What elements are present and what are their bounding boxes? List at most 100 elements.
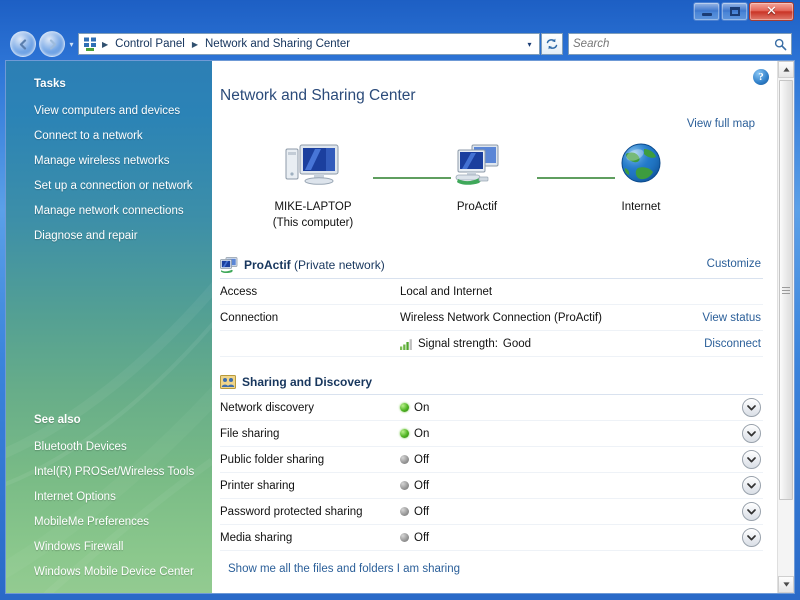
computer-icon bbox=[282, 141, 344, 193]
chevron-down-icon bbox=[747, 509, 756, 515]
scrollbar-track[interactable] bbox=[778, 78, 794, 576]
sidebar-content: Tasks View computers and devices Connect… bbox=[6, 61, 212, 593]
row-label: Media sharing bbox=[220, 532, 400, 544]
signal-bars-icon bbox=[400, 338, 413, 350]
table-row: Public folder sharing Off bbox=[220, 447, 763, 473]
map-node-network[interactable]: ProActif bbox=[417, 141, 537, 214]
scroll-down-button[interactable] bbox=[778, 576, 794, 593]
search-box[interactable] bbox=[568, 33, 792, 55]
table-row: Printer sharing Off bbox=[220, 473, 763, 499]
chevron-up-icon bbox=[783, 67, 790, 72]
breadcrumb-network-sharing-center[interactable]: Network and Sharing Center bbox=[202, 36, 353, 52]
see-also-heading: See also bbox=[6, 414, 212, 426]
status-indicator-off bbox=[400, 507, 409, 516]
status-text: Off bbox=[414, 506, 429, 518]
help-button[interactable]: ? bbox=[753, 69, 769, 85]
signal-strength-label: Signal strength: bbox=[418, 338, 498, 350]
chevron-down-icon bbox=[747, 431, 756, 437]
network-section-header: ProActif (Private network) Customize bbox=[220, 257, 763, 279]
view-full-map-link[interactable]: View full map bbox=[687, 118, 755, 130]
forward-arrow-icon bbox=[47, 39, 58, 50]
table-row: Network discovery On bbox=[220, 395, 763, 421]
map-node-computer[interactable]: MIKE-LAPTOP (This computer) bbox=[253, 141, 373, 230]
status-text: Off bbox=[414, 454, 429, 466]
network-map: MIKE-LAPTOP (This computer) bbox=[212, 141, 777, 241]
sidebar-item-view-computers-and-devices[interactable]: View computers and devices bbox=[6, 99, 212, 124]
show-shared-files-link[interactable]: Show me all the files and folders I am s… bbox=[228, 563, 460, 575]
window-controls: ✕ bbox=[693, 2, 794, 21]
disconnect-link[interactable]: Disconnect bbox=[704, 338, 761, 350]
map-node-internet[interactable]: Internet bbox=[581, 141, 701, 214]
connection-label: Connection bbox=[220, 312, 400, 324]
back-button[interactable] bbox=[10, 31, 36, 57]
view-status-link[interactable]: View status bbox=[702, 312, 761, 324]
main-content: ? Network and Sharing Center View full m… bbox=[212, 61, 777, 593]
forward-button[interactable] bbox=[39, 31, 65, 57]
expand-button[interactable] bbox=[742, 528, 761, 547]
sidebar-item-bluetooth-devices[interactable]: Bluetooth Devices bbox=[6, 435, 212, 460]
sidebar-item-internet-options[interactable]: Internet Options bbox=[6, 485, 212, 510]
breadcrumb-separator: ▶ bbox=[190, 40, 200, 49]
vertical-scrollbar[interactable] bbox=[777, 61, 794, 593]
navigation-bar: ▾ ▶ Control Panel ▶ Network and Sharing … bbox=[4, 28, 796, 60]
content-wrapper: ? Network and Sharing Center View full m… bbox=[212, 61, 794, 593]
search-input[interactable] bbox=[573, 38, 774, 50]
maximize-icon bbox=[730, 7, 740, 16]
breadcrumb-separator: ▶ bbox=[100, 40, 110, 49]
close-button[interactable]: ✕ bbox=[749, 2, 794, 21]
scrollbar-grip-icon bbox=[782, 285, 790, 296]
expand-button[interactable] bbox=[742, 476, 761, 495]
expand-button[interactable] bbox=[742, 424, 761, 443]
status-text: On bbox=[414, 428, 429, 440]
status-text: On bbox=[414, 402, 429, 414]
table-row: Connection Wireless Network Connection (… bbox=[220, 305, 763, 331]
row-value: On bbox=[400, 402, 763, 414]
network-icon bbox=[220, 257, 238, 273]
table-row: Media sharing Off bbox=[220, 525, 763, 551]
sidebar-item-mobileme-preferences[interactable]: MobileMe Preferences bbox=[6, 510, 212, 535]
chevron-down-icon bbox=[747, 457, 756, 463]
network-name: ProActif bbox=[244, 258, 291, 272]
status-indicator-off bbox=[400, 455, 409, 464]
sidebar-item-manage-network-connections[interactable]: Manage network connections bbox=[6, 199, 212, 224]
expand-button[interactable] bbox=[742, 398, 761, 417]
sidebar-item-connect-to-a-network[interactable]: Connect to a network bbox=[6, 124, 212, 149]
network-type: (Private network) bbox=[294, 258, 385, 272]
close-icon: ✕ bbox=[766, 5, 777, 18]
client-area: Tasks View computers and devices Connect… bbox=[5, 60, 795, 594]
table-row: Signal strength: Good Disconnect bbox=[220, 331, 763, 357]
row-value: Off bbox=[400, 480, 763, 492]
customize-link[interactable]: Customize bbox=[707, 258, 761, 270]
sharing-section-header: Sharing and Discovery bbox=[220, 375, 763, 395]
sidebar-item-windows-firewall[interactable]: Windows Firewall bbox=[6, 535, 212, 560]
address-bar[interactable]: ▶ Control Panel ▶ Network and Sharing Ce… bbox=[78, 33, 540, 55]
history-dropdown-button[interactable]: ▾ bbox=[65, 40, 78, 49]
chevron-down-icon bbox=[783, 582, 790, 587]
search-icon bbox=[774, 38, 787, 51]
signal-strength-state: Good bbox=[503, 338, 531, 350]
access-value: Local and Internet bbox=[400, 286, 763, 298]
sidebar-item-windows-mobile-device-center[interactable]: Windows Mobile Device Center bbox=[6, 560, 212, 585]
minimize-button[interactable] bbox=[693, 2, 720, 21]
table-row: Access Local and Internet bbox=[220, 279, 763, 305]
tasks-heading: Tasks bbox=[6, 78, 212, 90]
sidebar-item-manage-wireless-networks[interactable]: Manage wireless networks bbox=[6, 149, 212, 174]
sharing-section: Sharing and Discovery Network discovery … bbox=[220, 375, 763, 577]
status-indicator-on bbox=[400, 403, 409, 412]
sidebar-item-intel-proset-wireless-tools[interactable]: Intel(R) PROSet/Wireless Tools bbox=[6, 460, 212, 485]
address-dropdown-button[interactable]: ▾ bbox=[522, 34, 537, 54]
maximize-button[interactable] bbox=[721, 2, 748, 21]
scrollbar-thumb[interactable] bbox=[779, 80, 793, 500]
chevron-down-icon bbox=[747, 535, 756, 541]
row-value: Off bbox=[400, 532, 763, 544]
expand-button[interactable] bbox=[742, 450, 761, 469]
row-label: Password protected sharing bbox=[220, 506, 400, 518]
table-row: Password protected sharing Off bbox=[220, 499, 763, 525]
scroll-up-button[interactable] bbox=[778, 61, 794, 78]
network-section-title: ProActif (Private network) bbox=[244, 258, 385, 272]
sidebar-item-diagnose-and-repair[interactable]: Diagnose and repair bbox=[6, 224, 212, 249]
sidebar-item-set-up-a-connection-or-network[interactable]: Set up a connection or network bbox=[6, 174, 212, 199]
refresh-button[interactable] bbox=[541, 33, 563, 55]
expand-button[interactable] bbox=[742, 502, 761, 521]
breadcrumb-control-panel[interactable]: Control Panel bbox=[112, 36, 188, 52]
